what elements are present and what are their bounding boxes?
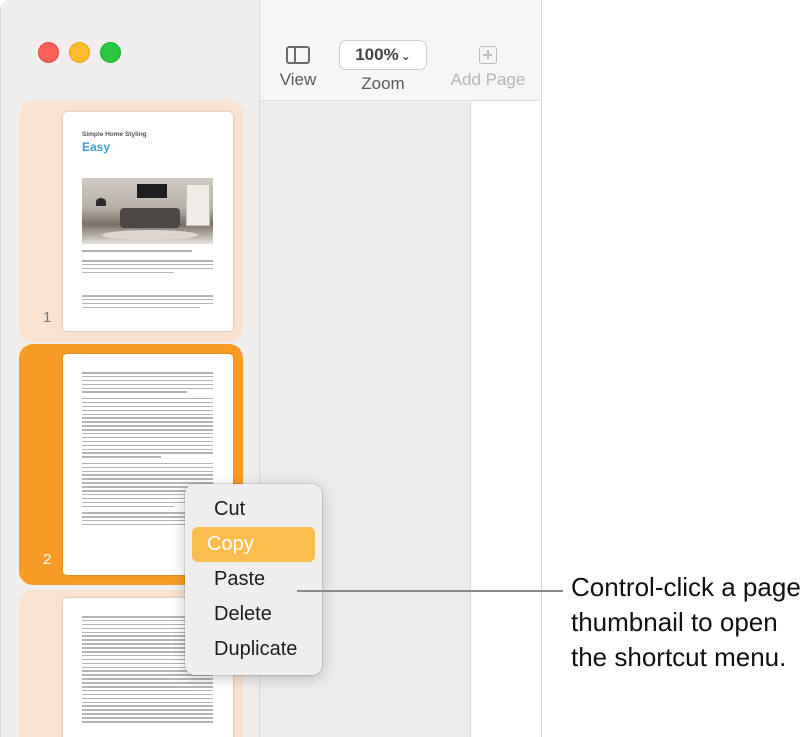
zoom-dropdown[interactable]: 100% ⌄ (339, 40, 427, 70)
thumbnail-title-text: Easy (82, 140, 111, 154)
page-number-2: 2 (43, 551, 52, 568)
minimize-window-button[interactable] (69, 42, 90, 63)
zoom-control[interactable]: 100% ⌄ Zoom (337, 40, 429, 94)
document-page[interactable] (471, 101, 541, 737)
body-text-lines (82, 260, 213, 276)
toolbar: View 100% ⌄ Zoom Add Page (260, 0, 540, 101)
page-preview-1[interactable]: Simple Home Styling Easy (63, 112, 233, 331)
add-page-label: Add Page (450, 70, 526, 89)
thumbnail-kicker-text: Simple Home Styling (82, 131, 147, 138)
sidebar-view-icon (286, 46, 310, 64)
view-button[interactable]: View (278, 46, 318, 90)
menu-item-cut[interactable]: Cut (193, 492, 314, 527)
menu-item-copy[interactable]: Copy (192, 527, 315, 562)
add-page-icon (479, 46, 497, 64)
menu-item-paste[interactable]: Paste (193, 562, 314, 597)
shortcut-menu: Cut Copy Paste Delete Duplicate (185, 484, 322, 675)
zoom-label: Zoom (361, 74, 405, 93)
menu-item-duplicate[interactable]: Duplicate (193, 632, 314, 667)
close-window-button[interactable] (38, 42, 59, 63)
photo-caption-lines (82, 250, 192, 254)
callout-text: Control-click a page thumbnail to open t… (571, 572, 801, 672)
zoom-value: 100% (355, 45, 399, 64)
callout-leader-line (297, 590, 563, 592)
page-number-1: 1 (43, 309, 52, 326)
view-label: View (279, 70, 317, 89)
body-text-lines-2 (82, 295, 213, 311)
add-page-button[interactable]: Add Page (446, 46, 530, 90)
menu-item-delete[interactable]: Delete (193, 597, 314, 632)
zoom-window-button[interactable] (100, 42, 121, 63)
living-room-photo (82, 178, 213, 244)
chevron-down-icon: ⌄ (400, 49, 411, 63)
